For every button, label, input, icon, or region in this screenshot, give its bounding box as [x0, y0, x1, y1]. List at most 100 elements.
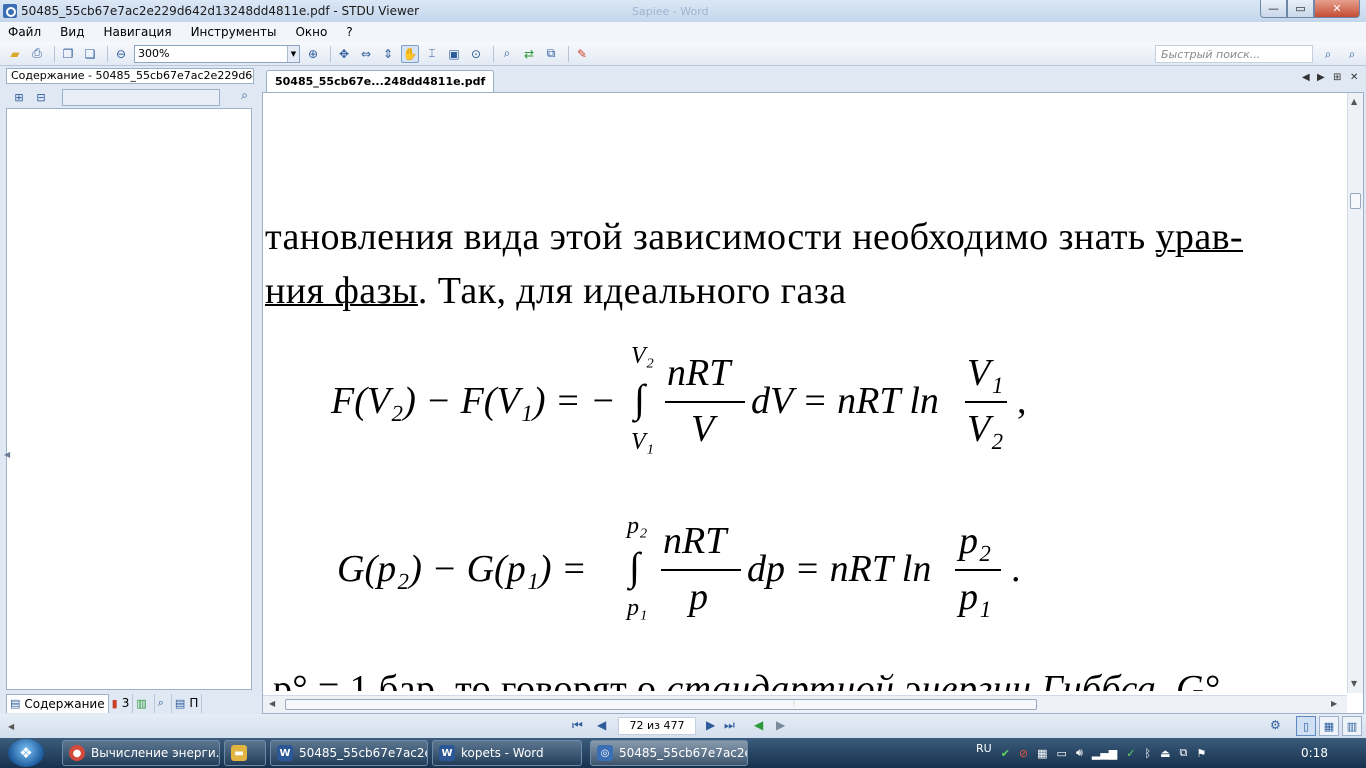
language-indicator[interactable]: RU — [976, 742, 992, 755]
scroll-right-arrow-icon[interactable]: ▶ — [1331, 699, 1337, 708]
taskbar-word-pdf-label: 50485_55cb67e7ac2e... — [299, 746, 427, 760]
tray-security-icon[interactable]: ✓ — [1126, 747, 1135, 760]
export-text-icon[interactable]: ❏ — [81, 45, 99, 63]
panel-splitter-arrow-icon[interactable]: ◀ — [4, 450, 10, 459]
forward-arrow-icon[interactable]: ▶ — [776, 718, 785, 732]
next-page-icon[interactable]: ▶ — [706, 718, 715, 732]
menu-file[interactable]: Файл — [8, 25, 41, 39]
collapse-tree-icon[interactable]: ⊟ — [32, 88, 50, 106]
expand-tree-icon[interactable]: ⊞ — [10, 88, 28, 106]
scroll-left-arrow-icon[interactable]: ◀ — [269, 699, 275, 708]
find-icon[interactable]: ⌕ — [498, 45, 516, 63]
first-page-icon[interactable]: ⏮ — [572, 718, 583, 733]
taskbar-stdu-viewer[interactable]: ◎ 50485_55cb67e7ac2e... — [590, 740, 748, 766]
previous-page-icon[interactable]: ◀ — [597, 718, 606, 732]
contents-tree[interactable] — [6, 108, 252, 690]
taskbar-clock[interactable]: 0:18 — [1301, 746, 1328, 760]
minimize-button[interactable]: — — [1260, 0, 1287, 18]
taskbar-word-kopets[interactable]: W kopets - Word — [432, 740, 582, 766]
zoom-in-icon[interactable]: ⊕ — [304, 45, 322, 63]
tab-find[interactable]: ⌕ — [155, 693, 172, 713]
tab-scroll-left-icon[interactable]: ◀ — [1302, 72, 1310, 83]
select-text-icon[interactable]: ⌶ — [423, 45, 441, 63]
tab-thumbnails[interactable]: ▥ — [133, 693, 155, 713]
document-view[interactable]: тановления вида этой зависимости необход… — [262, 92, 1364, 714]
facing-view-icon[interactable]: ▥ — [1342, 716, 1362, 736]
tray-volume-icon[interactable]: 🔊︎ — [1076, 746, 1083, 760]
hand-tool-icon[interactable]: ✋ — [401, 44, 419, 63]
tab-pages[interactable]: ▤ П — [172, 693, 203, 713]
tray-network-monitor-icon[interactable]: ▦ — [1037, 747, 1047, 760]
tab-contents[interactable]: ▤ Содержание — [6, 693, 109, 713]
open-folder-icon[interactable]: ▰ — [6, 45, 24, 63]
menu-help[interactable]: ? — [346, 25, 352, 39]
menu-view[interactable]: Вид — [60, 25, 84, 39]
tray-green-check-icon[interactable]: ✔ — [1001, 747, 1010, 760]
start-button[interactable]: ❖ — [8, 739, 44, 767]
word-icon: W — [277, 745, 293, 761]
fit-height-icon[interactable]: ⇕ — [379, 45, 397, 63]
page-indicator[interactable]: 72 из 477 — [618, 717, 696, 735]
tray-display-icon[interactable]: ▭ — [1057, 747, 1067, 760]
copy-icon[interactable]: ⧉ — [542, 45, 560, 63]
taskbar-chrome[interactable]: ● Вычисление энерги... — [62, 740, 220, 766]
single-page-view-icon[interactable]: ▯ — [1296, 716, 1316, 736]
contents-search-field[interactable] — [62, 88, 220, 106]
back-green-arrow-icon[interactable]: ◀ — [754, 718, 763, 732]
status-left-arrow-icon[interactable]: ◀ — [8, 722, 14, 731]
sync-arrows-icon[interactable]: ⇄ — [520, 45, 538, 63]
contents-find-icon[interactable]: ⌕ — [241, 88, 248, 103]
search-options-icon[interactable]: ⌕ — [1343, 45, 1361, 63]
tab-bookmarks[interactable]: ▮ 3 — [109, 693, 134, 713]
export-page-icon[interactable]: ❐ — [59, 45, 77, 63]
tray-signal-icon[interactable]: ▂▄▆ — [1092, 747, 1117, 760]
tray-flag-icon[interactable]: ⚑ — [1196, 747, 1206, 760]
vertical-scrollbar[interactable]: ▲ ▼ — [1347, 93, 1363, 693]
eq1-fraction-numerator: nRT — [667, 352, 731, 394]
taskbar-explorer[interactable]: ▬ — [224, 740, 266, 766]
horizontal-scrollbar[interactable]: ◀ ⦙ ▶ — [263, 695, 1347, 713]
contents-search-input[interactable] — [63, 89, 219, 105]
zoom-input[interactable] — [135, 45, 283, 62]
tray-network-icon[interactable]: ⧉ — [1180, 746, 1188, 760]
menu-navigation[interactable]: Навигация — [103, 25, 171, 39]
scroll-down-arrow-icon[interactable]: ▼ — [1351, 679, 1357, 688]
word-icon: W — [439, 745, 455, 761]
fit-width-icon[interactable]: ⇔ — [357, 45, 375, 63]
vertical-scroll-thumb[interactable] — [1350, 193, 1361, 209]
side-panel-toolbar: ⊞ ⊟ ⌕ — [4, 86, 256, 108]
quick-search-box[interactable] — [1155, 45, 1313, 63]
close-button[interactable]: ✕ — [1314, 0, 1360, 18]
zoom-combobox[interactable]: ▼ — [134, 44, 300, 63]
select-image-icon[interactable]: ▣ — [445, 45, 463, 63]
taskbar-word-pdf[interactable]: W 50485_55cb67e7ac2e... — [270, 740, 428, 766]
close-tab-icon[interactable]: ✕ — [1350, 72, 1358, 83]
fit-page-icon[interactable]: ✥ — [335, 45, 353, 63]
windows-logo-icon: ❖ — [19, 744, 33, 762]
zoom-out-icon[interactable]: ⊖ — [112, 45, 130, 63]
settings-gear-icon[interactable]: ⚙ — [1270, 718, 1281, 732]
search-binoculars-icon[interactable]: ⌕ — [1319, 45, 1337, 63]
side-panel-title: Содержание - 50485_55cb67e7ac2e229d642d1… — [6, 68, 254, 84]
scroll-up-arrow-icon[interactable]: ▲ — [1351, 97, 1357, 106]
last-page-icon[interactable]: ⏭ — [724, 718, 735, 733]
tray-antivirus-icon[interactable]: ⊘ — [1019, 747, 1028, 760]
eq2-fraction-denominator: p — [689, 576, 708, 618]
tray-usb-icon[interactable]: ⏏ — [1160, 747, 1170, 760]
document-tab[interactable]: 50485_55cb67e...248dd4811e.pdf — [266, 70, 495, 92]
menu-tools[interactable]: Инструменты — [191, 25, 277, 39]
menu-window[interactable]: Окно — [295, 25, 327, 39]
tray-bluetooth-icon[interactable]: ᛒ — [1145, 747, 1152, 760]
print-icon[interactable]: ⎙ — [28, 45, 46, 63]
quick-search-input[interactable] — [1156, 46, 1312, 62]
tab-scroll-right-icon[interactable]: ▶ — [1317, 72, 1325, 83]
line1-underlined: урав- — [1155, 216, 1243, 258]
continuous-view-icon[interactable]: ▦ — [1319, 716, 1339, 736]
tab-list-icon[interactable]: ⊞ — [1333, 72, 1341, 83]
toolbar-divider — [54, 45, 55, 62]
highlighter-icon[interactable]: ✎ — [573, 45, 591, 63]
maximize-button[interactable]: ▭ — [1287, 0, 1314, 18]
horizontal-scroll-thumb[interactable] — [285, 699, 1037, 710]
magnifier-icon[interactable]: ⊙ — [467, 45, 485, 63]
zoom-dropdown-arrow-icon[interactable]: ▼ — [287, 45, 299, 62]
